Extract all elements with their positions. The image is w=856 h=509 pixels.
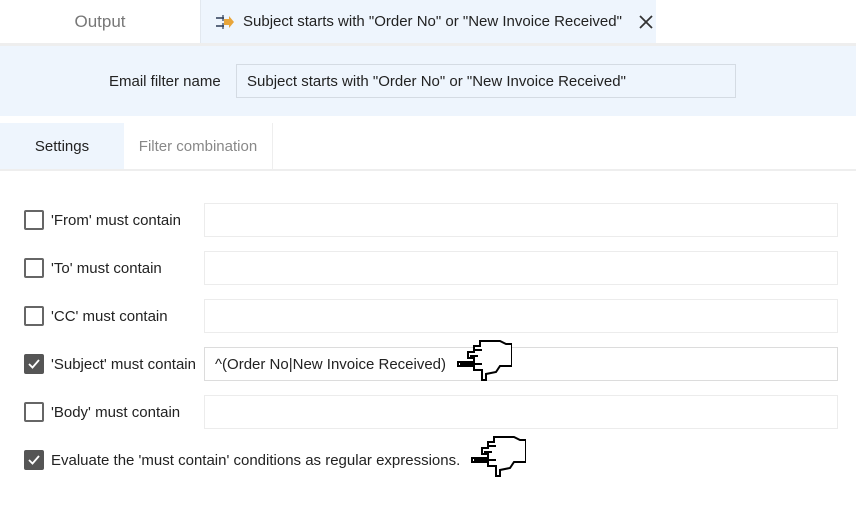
filter-name-input[interactable] (236, 64, 736, 98)
tab-title: Subject starts with "Order No" or "New I… (243, 13, 622, 30)
to-input[interactable] (204, 251, 838, 285)
tab-bar: Output Subject starts with "Order No" or… (0, 0, 856, 46)
pointing-hand-icon (471, 436, 526, 477)
to-checkbox[interactable] (24, 258, 44, 278)
from-checkbox[interactable] (24, 210, 44, 230)
filter-arrow-icon (216, 14, 234, 29)
subject-checkbox[interactable] (24, 354, 44, 374)
filter-name-label: Email filter name (109, 73, 221, 90)
pointing-hand-icon (457, 340, 512, 381)
cc-input[interactable] (204, 299, 838, 333)
from-input[interactable] (204, 203, 838, 237)
tab-output[interactable]: Output (0, 0, 200, 43)
to-label: 'To' must contain (51, 259, 162, 277)
subject-label: 'Subject' must contain (51, 355, 196, 373)
from-label: 'From' must contain (51, 211, 181, 229)
checkmark-icon (28, 359, 40, 369)
regex-row: Evaluate the 'must contain' conditions a… (24, 443, 838, 477)
body-row: 'Body' must contain (24, 395, 838, 429)
subject-row: 'Subject' must contain (24, 347, 838, 381)
from-row: 'From' must contain (24, 203, 838, 237)
body-label: 'Body' must contain (51, 403, 181, 421)
cc-checkbox[interactable] (24, 306, 44, 326)
tab-settings[interactable]: Settings (0, 123, 124, 169)
to-row: 'To' must contain (24, 251, 838, 285)
tab-email-filter[interactable]: Subject starts with "Order No" or "New I… (200, 0, 656, 43)
regex-label: Evaluate the 'must contain' conditions a… (51, 451, 461, 469)
body-checkbox[interactable] (24, 402, 44, 422)
filter-name-panel: Email filter name (0, 46, 856, 116)
subject-input[interactable] (204, 347, 838, 381)
settings-tabs: Settings Filter combination (0, 123, 856, 171)
body-input[interactable] (204, 395, 838, 429)
regex-checkbox[interactable] (24, 450, 44, 470)
cc-row: 'CC' must contain (24, 299, 838, 333)
tab-filter-combination[interactable]: Filter combination (124, 123, 273, 169)
cc-label: 'CC' must contain (51, 307, 168, 325)
checkmark-icon (28, 455, 40, 465)
close-icon[interactable] (638, 14, 654, 30)
